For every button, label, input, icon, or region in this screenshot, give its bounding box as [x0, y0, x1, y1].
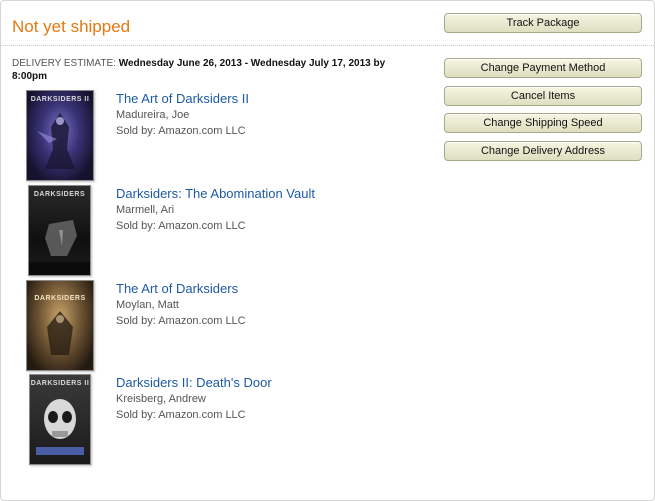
- book-cover-image[interactable]: DARKSIDERS: [28, 185, 91, 276]
- item-author: Marmell, Ari: [116, 204, 175, 216]
- cancel-items-button[interactable]: Cancel Items: [444, 86, 642, 106]
- item-title-link[interactable]: The Art of Darksiders II: [116, 90, 249, 107]
- item-seller: Sold by: Amazon.com LLC: [116, 315, 246, 327]
- book-cover-image[interactable]: DARKSIDERS II: [26, 90, 94, 181]
- list-item: DARKSIDERS Darksiders: The Abomination V…: [1, 185, 431, 277]
- item-author: Madureira, Joe: [116, 109, 190, 121]
- item-seller: Sold by: Amazon.com LLC: [116, 125, 246, 137]
- item-seller: Sold by: Amazon.com LLC: [116, 409, 246, 421]
- book-cover-image[interactable]: DARKSIDERS II: [29, 374, 91, 465]
- cover-art-figure: [36, 399, 84, 455]
- item-title-link[interactable]: Darksiders II: Death's Door: [116, 374, 272, 391]
- cover-art-figure: [29, 220, 90, 275]
- cover-art-figure: [37, 113, 75, 169]
- divider: [1, 45, 654, 46]
- list-item: DARKSIDERS The Art of Darksiders Moylan,…: [1, 280, 431, 372]
- item-title-link[interactable]: Darksiders: The Abomination Vault: [116, 185, 315, 202]
- delivery-estimate: DELIVERY ESTIMATE: Wednesday June 26, 20…: [12, 57, 407, 83]
- change-shipping-speed-button[interactable]: Change Shipping Speed: [444, 113, 642, 133]
- cover-art-figure: [47, 311, 73, 355]
- item-seller: Sold by: Amazon.com LLC: [116, 220, 246, 232]
- item-author: Moylan, Matt: [116, 299, 179, 311]
- list-item: DARKSIDERS II Darksiders II: Death's Doo…: [1, 374, 431, 466]
- list-item: DARKSIDERS II The Art of Darksiders II M…: [1, 90, 431, 182]
- item-title-link[interactable]: The Art of Darksiders: [116, 280, 246, 297]
- item-author: Kreisberg, Andrew: [116, 393, 206, 405]
- change-payment-method-button[interactable]: Change Payment Method: [444, 58, 642, 78]
- order-shipment-panel: Not yet shipped Track Package DELIVERY E…: [0, 0, 655, 501]
- change-delivery-address-button[interactable]: Change Delivery Address: [444, 141, 642, 161]
- shipment-status: Not yet shipped: [12, 17, 131, 36]
- delivery-estimate-label: DELIVERY ESTIMATE:: [12, 58, 116, 69]
- track-package-button[interactable]: Track Package: [444, 13, 642, 33]
- book-cover-image[interactable]: DARKSIDERS: [26, 280, 94, 371]
